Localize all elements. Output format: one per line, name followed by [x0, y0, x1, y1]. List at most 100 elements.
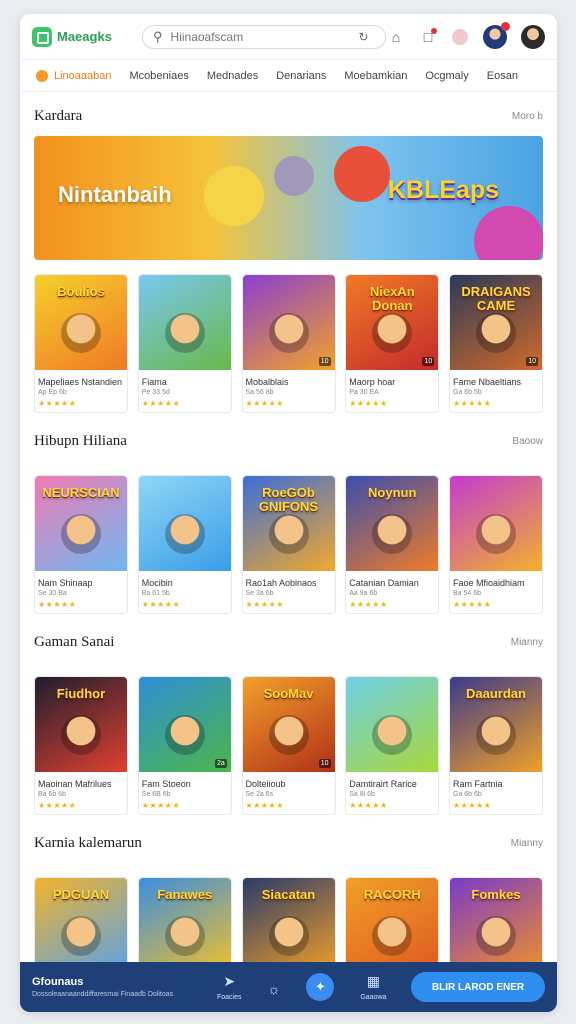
section-title: Gaman Sanai — [34, 633, 115, 650]
game-thumbnail: Fiudhor — [35, 677, 127, 772]
game-thumbnail: 10 — [242, 275, 335, 370]
see-more-link[interactable]: Mianny — [511, 838, 543, 849]
game-logo-text: Fiudhor — [56, 686, 106, 701]
game-logo-text: Fanawes — [157, 887, 213, 902]
game-title: Mobalblais — [245, 377, 289, 387]
bottom-nav-chat[interactable]: ☼ — [268, 981, 281, 1001]
app-name: Maeagks — [57, 29, 112, 44]
star-rating: ★★★★★ — [453, 600, 492, 609]
banner-decoration — [474, 206, 543, 260]
notification-icon[interactable]: □ — [419, 27, 437, 46]
game-character — [164, 514, 205, 554]
game-card[interactable]: Faoe Mfioaidhiam Ba 54 6b ★★★★★ — [449, 475, 543, 614]
star-rating: ★★★★★ — [245, 801, 284, 810]
game-card[interactable]: 10 Mobalblais Sa 56 8b ★★★★★ — [241, 274, 336, 413]
game-thumbnail — [138, 476, 231, 571]
nav-item[interactable]: Ocgmaly — [425, 70, 468, 82]
nav-item[interactable]: Eosan — [487, 70, 518, 82]
games-icon[interactable]: ✦ — [306, 973, 335, 1001]
avatar-badge — [501, 21, 510, 31]
search-bar[interactable]: ⚲ ↻ — [142, 24, 386, 49]
game-meta: Se 6B 6b — [141, 791, 171, 798]
game-card[interactable]: NiexAn Donan 10 Maorp hoar Pa 30 EA ★★★★★ — [345, 274, 440, 413]
game-card[interactable]: Noynun Catanian Damian Aa 9a 6b ★★★★★ — [345, 475, 440, 614]
gift-icon[interactable] — [451, 28, 469, 46]
section-title: Kardara — [34, 107, 83, 124]
game-character — [61, 715, 101, 755]
game-thumbnail: Fanawes — [138, 878, 231, 973]
game-badge: 2a — [214, 759, 227, 768]
game-thumbnail: Noynun — [346, 476, 439, 571]
game-card[interactable]: Fiama Pe 33 5d ★★★★★ — [137, 274, 232, 413]
game-thumbnail — [450, 476, 542, 571]
nav-item[interactable]: Denarians — [276, 70, 326, 82]
game-card[interactable]: Daaurdan Ram Fartnia Ga 6b 6b ★★★★★ — [449, 676, 543, 815]
banner-character — [334, 146, 390, 202]
bottom-bar-info: Gfounaus Dossoleaanaanddiffaresmai Finaa… — [32, 976, 207, 998]
game-card[interactable]: Fiudhor Maoinan Mafrilues Ba 6b 6b ★★★★★ — [34, 676, 128, 815]
section-header: Hibupn Hiliana Baoow — [34, 421, 543, 461]
game-card[interactable]: 2a Fam Stoeon Se 6B 6b ★★★★★ — [137, 676, 232, 815]
logo-icon — [32, 26, 52, 47]
game-meta: Ga 6b 6b — [453, 791, 482, 798]
user-avatar[interactable] — [521, 24, 545, 49]
game-title: Maorp hoar — [349, 377, 396, 387]
banner-character — [274, 156, 314, 196]
game-title: Maoinan Mafrilues — [38, 779, 112, 789]
see-more-link[interactable]: Moro b — [512, 111, 543, 122]
bottom-nav-library[interactable]: ▦ Gaaowa — [360, 973, 386, 1001]
game-card[interactable]: Damtirairt Rarice Sa 8l 6b ★★★★★ — [345, 676, 440, 815]
game-section: Hibupn Hiliana Baoow NEURSCIAN Nam Shinaap S… — [20, 421, 557, 614]
game-character — [372, 514, 413, 554]
app-logo[interactable]: Maeagks — [32, 26, 136, 47]
section-header: Kardara Moro b — [34, 96, 543, 136]
game-character — [268, 313, 309, 353]
game-grid: NEURSCIAN Nam Shinaap Se 30 Ba ★★★★★ Mocibin… — [34, 475, 543, 614]
game-logo-text: Noynun — [368, 485, 417, 500]
game-section: Gaman Sanai Mianny Fiudhor Maoinan Mafrilue… — [20, 622, 557, 815]
bottom-nav-label: Foacies — [217, 994, 242, 1001]
see-more-link[interactable]: Baoow — [512, 436, 543, 447]
header-actions: ⌂ □ — [387, 21, 545, 49]
search-input[interactable] — [170, 29, 351, 44]
nav-item[interactable]: Mcobeniaes — [130, 70, 189, 82]
game-logo-text: NiexAn Donan — [369, 284, 415, 313]
game-card[interactable]: RoeGOb GNIFONS Rao1ah Aobinaos Se 3a 6b ★★★… — [241, 475, 336, 614]
nav-item[interactable]: Mednades — [207, 70, 258, 82]
game-card[interactable]: Mocibin Ba 61 5b ★★★★★ — [137, 475, 232, 614]
game-card[interactable]: SooMav 10 Dolteiioub Se 2a 6s ★★★★★ — [241, 676, 336, 815]
game-card[interactable]: NEURSCIAN Nam Shinaap Se 30 Ba ★★★★★ — [34, 475, 128, 614]
game-meta: Se 2a 6s — [245, 791, 274, 798]
game-character — [268, 514, 309, 554]
friend-avatar[interactable] — [483, 21, 510, 49]
voice-search-icon[interactable]: ↻ — [359, 30, 369, 44]
game-thumbnail: RACORH — [346, 878, 439, 973]
see-more-link[interactable]: Mianny — [511, 637, 543, 648]
game-character — [164, 715, 205, 755]
game-meta: Pe 33 5d — [141, 389, 170, 396]
game-title: Fame Nbaeltians — [453, 377, 522, 387]
section-header: Karnia kalemarun Mianny — [34, 823, 543, 863]
game-title: Nam Shinaap — [38, 578, 93, 588]
game-logo-text: Fomkes — [471, 887, 521, 902]
game-logo-text: RACORH — [363, 887, 421, 902]
chat-icon: ☼ — [267, 981, 281, 997]
game-logo-text: SooMav — [263, 686, 314, 701]
game-title: Ram Fartnia — [453, 779, 503, 789]
home-icon[interactable]: ⌂ — [387, 28, 405, 46]
notification-badge — [431, 27, 437, 34]
game-card[interactable]: DRAIGANS CAME 10 Fame Nbaeltians Ga 6b 5b ★★… — [449, 274, 543, 413]
search-icon: ⚲ — [153, 28, 163, 44]
game-logo-text: Daaurdan — [466, 686, 526, 701]
section-title: Hibupn Hiliana — [34, 432, 127, 449]
featured-banner[interactable]: Nintanbaih KBLEaps — [34, 136, 543, 260]
nav-item-active[interactable]: Linoaaaban — [36, 69, 112, 82]
cta-button[interactable]: BLIR LAROD ENER — [411, 972, 545, 1002]
game-card[interactable]: Boulios Mapeliaes Nstandien Ap Ep 6b ★★★★★ — [34, 274, 128, 413]
section-title: Karnia kalemarun — [34, 834, 142, 851]
nav-item[interactable]: Moebamkian — [344, 70, 407, 82]
game-thumbnail: Siacatan — [242, 878, 335, 973]
bottom-nav-explore[interactable]: ➤ Foacies — [217, 973, 242, 1001]
game-section: Kardara Moro b Nintanbaih KBLEaps Boulios Map… — [20, 96, 557, 413]
game-thumbnail — [138, 275, 231, 370]
